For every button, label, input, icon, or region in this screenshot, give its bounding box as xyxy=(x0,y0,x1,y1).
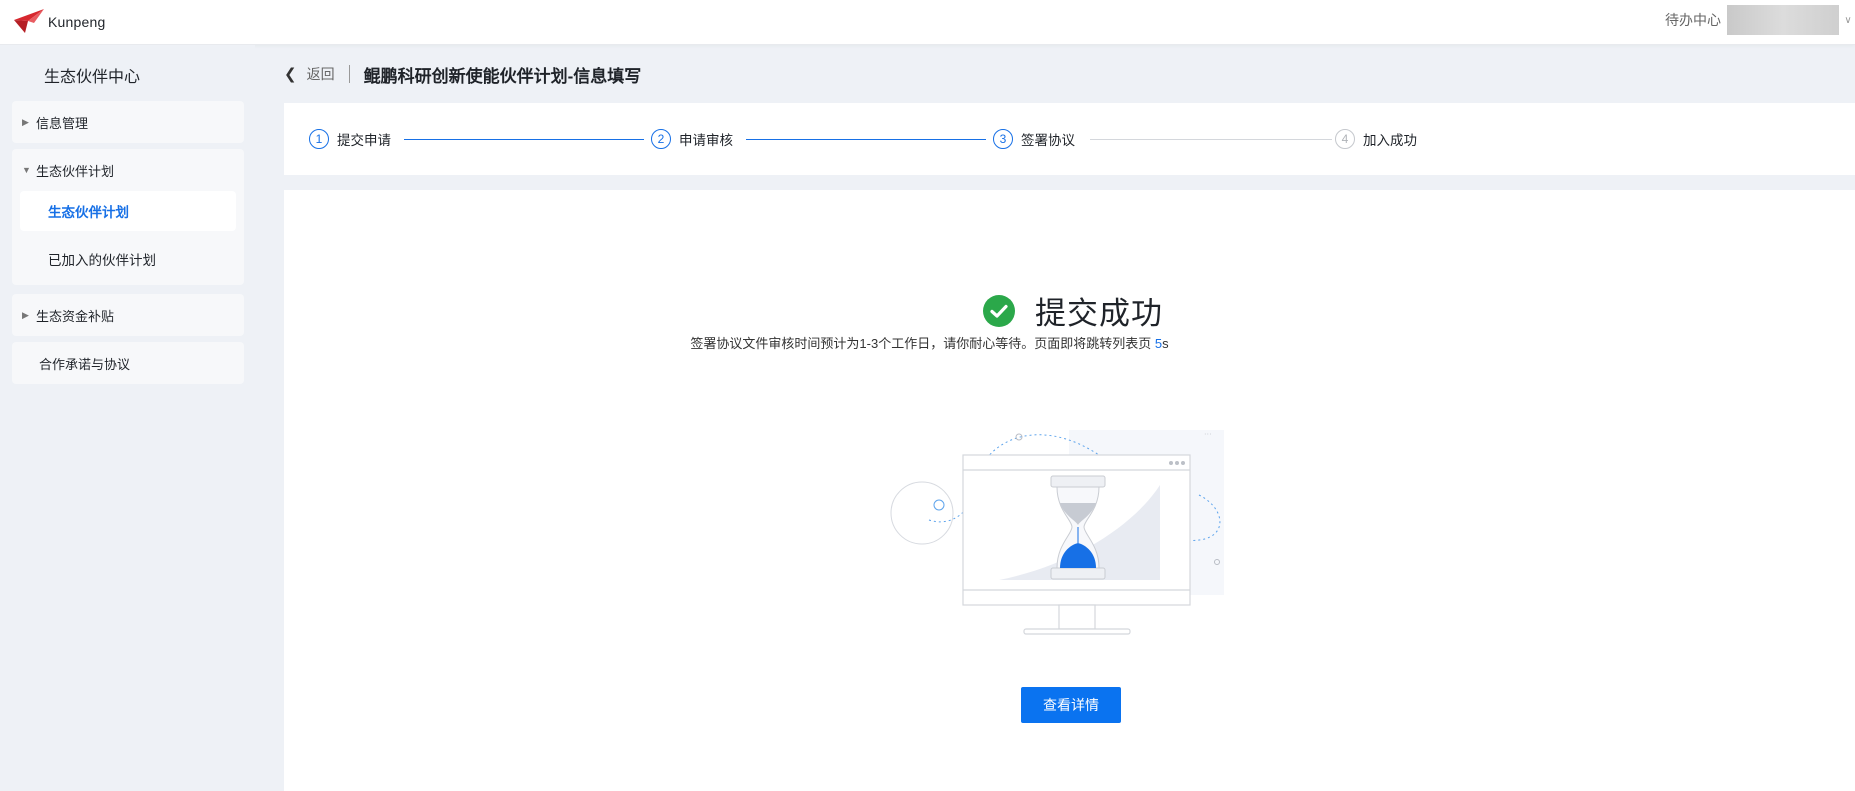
chevron-down-icon[interactable]: ∨ xyxy=(1841,15,1855,26)
logo[interactable]: Kunpeng xyxy=(12,6,105,38)
top-header: Kunpeng 待办中心 ∨ xyxy=(0,0,1855,45)
notice-text: 签署协议文件审核时间预计为1-3个工作日，请你耐心等待。页面即将跳转列表页 5s xyxy=(284,333,1575,352)
kunpeng-logo-icon xyxy=(14,9,44,33)
menu-item-partner-plan[interactable]: ▼ 生态伙伴计划 xyxy=(12,149,244,191)
todo-center-link[interactable]: 待办中心 xyxy=(1665,10,1721,30)
steps-card: 1 提交申请 2 申请审核 3 签署协议 4 加入成功 xyxy=(284,103,1855,175)
menu-item-info-management[interactable]: ▶ 信息管理 xyxy=(12,101,244,143)
step-label: 申请审核 xyxy=(679,133,733,148)
page-title: 鲲鹏科研创新使能伙伴计划-信息填写 xyxy=(363,66,642,86)
menu-group-agreements: 合作承诺与协议 xyxy=(12,342,244,384)
check-circle-icon xyxy=(983,294,1015,327)
page-header: ❮ 返回 鲲鹏科研创新使能伙伴计划-信息填写 xyxy=(284,60,641,88)
step-connector xyxy=(404,139,644,140)
menu-group-partner-plan: ▼ 生态伙伴计划 生态伙伴计划 已加入的伙伴计划 xyxy=(12,149,244,285)
step-number: 1 xyxy=(309,129,329,149)
menu-group-funding: ▶ 生态资金补贴 xyxy=(12,294,244,336)
hourglass-monitor-illustration: ··· xyxy=(890,430,1224,635)
back-label: 返回 xyxy=(306,66,335,82)
sidebar-item-joined-plans[interactable]: 已加入的伙伴计划 xyxy=(20,239,236,279)
menu-group-info: ▶ 信息管理 xyxy=(12,101,244,143)
svg-text:···: ··· xyxy=(1204,430,1212,439)
step-2: 2 申请审核 xyxy=(651,129,733,149)
step-connector xyxy=(1090,139,1332,140)
logo-text: Kunpeng xyxy=(48,14,106,30)
menu-item-funding-subsidy[interactable]: ▶ 生态资金补贴 xyxy=(12,294,244,336)
step-4: 4 加入成功 xyxy=(1335,129,1417,149)
menu-item-agreements[interactable]: 合作承诺与协议 xyxy=(12,342,244,384)
user-avatar-blurred[interactable] xyxy=(1727,5,1839,35)
menu-item-label: 生态伙伴计划 xyxy=(36,163,115,179)
step-label: 加入成功 xyxy=(1363,133,1417,148)
step-number: 3 xyxy=(993,129,1013,149)
menu-item-label: 合作承诺与协议 xyxy=(39,356,131,372)
sidebar-title: 生态伙伴中心 xyxy=(44,69,141,86)
step-label: 签署协议 xyxy=(1021,133,1075,148)
back-button[interactable]: ❮ 返回 xyxy=(284,64,335,84)
countdown-unit: s xyxy=(1162,336,1169,351)
step-number: 4 xyxy=(1335,129,1355,149)
step-connector xyxy=(746,139,986,140)
caret-right-icon: ▶ xyxy=(22,116,29,127)
sidebar-item-partner-plan[interactable]: 生态伙伴计划 xyxy=(20,191,236,231)
step-3: 3 签署协议 xyxy=(993,129,1075,149)
step-1: 1 提交申请 xyxy=(309,129,391,149)
caret-right-icon: ▶ xyxy=(22,309,29,320)
countdown-value: 5 xyxy=(1154,336,1163,351)
notice-message: 签署协议文件审核时间预计为1-3个工作日，请你耐心等待。页面即将跳转列表页 xyxy=(690,336,1155,351)
caret-down-icon: ▼ xyxy=(22,165,31,175)
menu-item-label: 信息管理 xyxy=(36,115,89,131)
divider xyxy=(348,65,350,83)
chevron-left-icon: ❮ xyxy=(284,66,297,83)
success-heading: 提交成功 xyxy=(983,288,1163,333)
sidebar: 生态伙伴中心 ▶ 信息管理 ▼ 生态伙伴计划 生态伙伴计划 已加入的伙伴计划 ▶… xyxy=(0,45,255,791)
step-number: 2 xyxy=(651,129,671,149)
menu-item-label: 生态资金补贴 xyxy=(36,308,115,324)
view-details-button[interactable]: 查看详情 xyxy=(1021,687,1121,723)
step-label: 提交申请 xyxy=(337,133,391,148)
success-title: 提交成功 xyxy=(1035,296,1163,331)
result-card: 提交成功 签署协议文件审核时间预计为1-3个工作日，请你耐心等待。页面即将跳转列… xyxy=(284,190,1855,791)
